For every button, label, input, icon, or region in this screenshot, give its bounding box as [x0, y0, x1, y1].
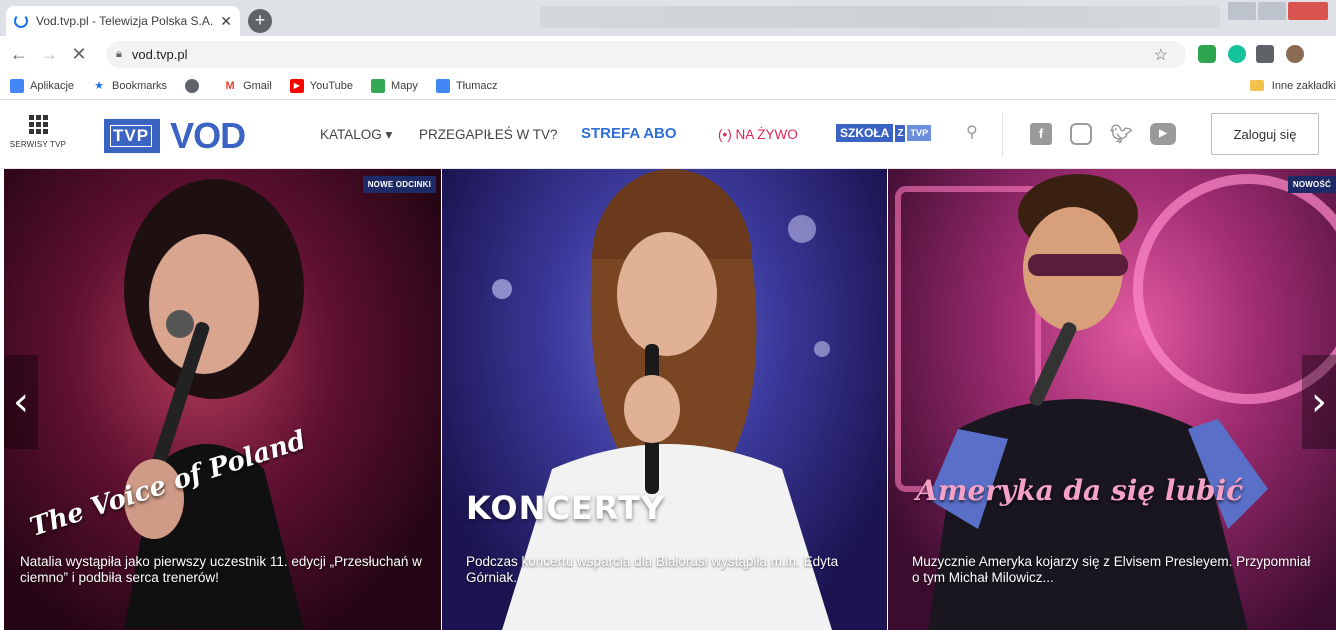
browser-tab[interactable]: Vod.tvp.pl - Telewizja Polska S.A. ✕	[6, 6, 240, 36]
youtube-icon: ▶	[289, 78, 304, 93]
close-window-button[interactable]	[1288, 2, 1328, 20]
minimize-button[interactable]	[1228, 2, 1256, 20]
globe-icon	[185, 78, 200, 93]
loading-spinner-icon	[14, 14, 28, 28]
apps-grid-icon	[10, 78, 24, 93]
bookmark-label: YouTube	[309, 79, 354, 92]
nav-strefa-abo[interactable]: STREFA ABO	[581, 125, 677, 142]
grid-menu-icon	[28, 115, 48, 134]
szkola-label: SZKOŁA	[836, 124, 894, 142]
bookmark-gmail[interactable]: M Gmail	[223, 79, 272, 93]
other-bookmarks-label: Inne zakładki	[1271, 79, 1336, 92]
stop-loading-icon[interactable]: ✕	[64, 44, 94, 65]
logo-tvp-text: TVP	[110, 125, 153, 147]
bookmark-star-icon[interactable]: ☆	[1154, 45, 1168, 65]
slide-category-title: KONCERTY	[466, 489, 665, 527]
szkola-z-label: Z	[895, 124, 906, 142]
extension-shield-icon[interactable]	[1198, 45, 1216, 63]
site-header: SERWISY TVP TVP VOD KATALOG ▾ PRZEGAPIŁE…	[0, 101, 1336, 169]
other-bookmarks[interactable]: Inne zakładki	[1249, 79, 1336, 92]
header-divider	[1002, 113, 1003, 157]
facebook-icon[interactable]: f	[1030, 123, 1052, 145]
szkola-tvp-label: TVP	[907, 125, 931, 141]
address-bar[interactable]: 🔒︎ vod.tvp.pl ☆	[106, 41, 1186, 68]
bookmark-label: Tłumacz	[455, 79, 498, 92]
logo-vod-text: VOD	[170, 115, 246, 156]
maps-icon	[371, 78, 386, 93]
url-text: vod.tvp.pl	[131, 47, 188, 62]
carousel-next-arrow-icon[interactable]: ›	[1302, 355, 1336, 449]
slide-caption: Natalia wystąpiła jako pierwszy uczestni…	[20, 554, 422, 585]
browser-toolbar: ← → ✕ 🔒︎ vod.tvp.pl ☆	[0, 36, 1336, 72]
carousel-slide[interactable]: KONCERTY Podczas koncertu wsparcia dla B…	[442, 169, 887, 630]
youtube-icon[interactable]: ▶	[1150, 123, 1176, 145]
bookmark-label: Aplikacje	[30, 79, 75, 92]
bookmarks-bar: Aplikacje ★ Bookmarks M Gmail ▶ YouTube …	[0, 72, 1336, 100]
grammarly-icon[interactable]	[1228, 45, 1246, 63]
hero-carousel: NOWE ODCINKI The Voice of Poland Natalia…	[4, 169, 1336, 630]
nav-przegapiles[interactable]: PRZEGAPIŁEŚ W TV?	[419, 127, 558, 142]
carousel-slide[interactable]: NOWE ODCINKI The Voice of Poland Natalia…	[4, 169, 441, 630]
bookmark-label: Bookmarks	[112, 79, 168, 92]
services-label: SERWISY TVP	[9, 140, 67, 149]
lock-icon: 🔒︎	[116, 48, 122, 60]
bookmark-label: Gmail	[243, 79, 272, 92]
services-menu-button[interactable]: SERWISY TVP	[8, 115, 68, 149]
slide-caption: Podczas koncertu wsparcia dla Białorusi …	[466, 554, 839, 585]
login-button[interactable]: Zaloguj się	[1211, 113, 1319, 155]
show-logo: Ameryka da się lubić	[916, 474, 1244, 507]
tvp-vod-logo[interactable]: TVP VOD	[104, 115, 246, 156]
tab-title: Vod.tvp.pl - Telewizja Polska S.A.	[36, 14, 214, 28]
bookmark-translate[interactable]: Tłumacz	[435, 78, 498, 93]
bookmark-globe[interactable]	[185, 78, 205, 93]
carousel-slide[interactable]: NOWOŚĆ Ameryka da się lubić Muzycznie Am…	[888, 169, 1336, 630]
carousel-prev-arrow-icon[interactable]: ‹	[4, 355, 38, 449]
translate-icon	[435, 78, 450, 93]
slide-badge: NOWOŚĆ	[1287, 176, 1336, 193]
browser-tab-strip: Vod.tvp.pl - Telewizja Polska S.A. ✕ +	[0, 0, 1336, 36]
maximize-button[interactable]	[1258, 2, 1286, 20]
bookmark-youtube[interactable]: ▶ YouTube	[289, 78, 354, 93]
back-arrow-icon[interactable]: ←	[4, 44, 34, 65]
folder-icon	[1249, 80, 1264, 91]
bookmark-maps[interactable]: Mapy	[371, 78, 418, 93]
bookmark-apps[interactable]: Aplikacje	[10, 78, 75, 93]
twitter-icon[interactable]: 🐦︎	[1110, 123, 1133, 145]
slide-caption: Muzycznie Ameryka kojarzy się z Elvisem …	[912, 554, 1311, 585]
instagram-icon[interactable]	[1070, 123, 1092, 145]
nav-szkola-z-tvp[interactable]: SZKOŁA Z TVP	[836, 124, 931, 142]
profile-avatar[interactable]	[1286, 45, 1304, 63]
nav-na-zywo[interactable]: (•) NA ŻYWO	[718, 127, 798, 142]
star-icon: ★	[94, 79, 104, 92]
gmail-icon: M	[225, 79, 235, 92]
slide-badge: NOWE ODCINKI	[362, 176, 436, 193]
new-tab-button[interactable]: +	[248, 9, 272, 33]
tab-strip-background	[540, 6, 1220, 28]
logo-tvp-box: TVP	[104, 119, 161, 153]
forward-arrow-icon[interactable]: →	[34, 44, 64, 65]
window-controls	[1228, 2, 1328, 20]
extensions-puzzle-icon[interactable]	[1256, 45, 1274, 63]
close-tab-icon[interactable]: ✕	[220, 13, 232, 30]
search-icon[interactable]: ⚲	[966, 122, 978, 142]
bookmark-label: Mapy	[391, 79, 418, 92]
bookmark-bookmarks[interactable]: ★ Bookmarks	[92, 79, 167, 93]
nav-katalog[interactable]: KATALOG ▾	[320, 127, 392, 143]
